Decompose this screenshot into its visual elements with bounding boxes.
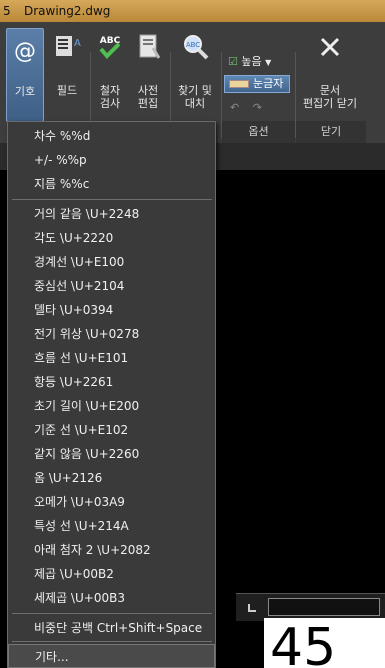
ruler-label: 눈금자 (253, 77, 284, 90)
ruler-icon (229, 80, 249, 88)
menu-item[interactable]: 특성 선 \U+214A (8, 514, 215, 538)
text-ruler-bar[interactable] (236, 593, 385, 621)
redo-icon[interactable]: ↷ (253, 101, 262, 114)
menu-item[interactable]: 전기 위상 \U+0278 (8, 322, 215, 346)
dictionary-label-1: 사전 (137, 84, 159, 97)
dictionary-label-2: 편집 (137, 97, 159, 110)
svg-text:ABC: ABC (186, 41, 200, 49)
menu-separator (12, 199, 212, 200)
menu-item[interactable]: 비중단 공백 Ctrl+Shift+Space (8, 616, 215, 640)
check-icon: ☑ (228, 55, 238, 68)
symbol-button[interactable]: @ 기호 (6, 28, 44, 122)
document-title: Drawing2.dwg (24, 4, 111, 18)
close-editor-button[interactable]: 문서 편집기 닫기 (297, 28, 363, 122)
menu-item[interactable]: 지름 %%c (8, 172, 215, 196)
spell-check-label-1: 철자 (99, 84, 121, 97)
menu-item[interactable]: 옴 \U+2126 (8, 466, 215, 490)
ucs-corner-icon (248, 604, 256, 612)
undo-icon[interactable]: ↶ (230, 101, 239, 114)
spell-check-icon: ABC (99, 36, 121, 59)
menu-item[interactable]: 항등 \U+2261 (8, 370, 215, 394)
menu-item[interactable]: 경계선 \U+E100 (8, 250, 215, 274)
options-panel-title: 옵션 (222, 121, 295, 143)
find-replace-label-1: 찾기 및 (178, 84, 212, 97)
menu-item[interactable]: 초기 길이 \U+E200 (8, 394, 215, 418)
dictionary-button[interactable]: 사전 편집 (130, 28, 166, 122)
menu-item[interactable]: 흐름 선 \U+E101 (8, 346, 215, 370)
symbol-menu: 차수 %%d +/- %%p 지름 %%c 거의 같음 \U+2248 각도 \… (7, 121, 216, 668)
field-icon: A (56, 36, 81, 56)
spell-check-button[interactable]: ABC 철자 검사 (92, 28, 128, 122)
find-replace-label-2: 대치 (184, 97, 206, 110)
close-editor-label-1: 문서 (319, 84, 341, 97)
menu-item[interactable]: 중심선 \U+2104 (8, 274, 215, 298)
close-icon (320, 37, 340, 57)
menu-item[interactable]: 기준 선 \U+E102 (8, 418, 215, 442)
menu-item-other[interactable]: 기타... (8, 644, 215, 668)
height-option-label: 높음 (241, 55, 262, 68)
magnifier-icon: ABC (184, 35, 209, 60)
spell-check-label-2: 검사 (99, 97, 121, 110)
close-editor-label-2: 편집기 닫기 (302, 97, 358, 110)
menu-item[interactable]: 제곱 \U+00B2 (8, 562, 215, 586)
symbol-button-label: 기호 (14, 85, 36, 98)
svg-text:A: A (74, 38, 81, 49)
chevron-down-icon: ▼ (265, 58, 272, 67)
menu-separator (12, 641, 212, 642)
title-bar: 5 Drawing2.dwg (0, 0, 385, 22)
close-panel-title: 닫기 (296, 121, 366, 143)
window-number: 5 (3, 4, 11, 18)
find-replace-button[interactable]: ABC 찾기 및 대치 (172, 28, 218, 122)
height-option[interactable]: ☑ 높음 ▼ (228, 54, 271, 71)
menu-item[interactable]: 같지 않음 \U+2260 (8, 442, 215, 466)
dictionary-icon (139, 34, 161, 59)
menu-item[interactable]: +/- %%p (8, 148, 215, 172)
menu-item[interactable]: 세제곱 \U+00B3 (8, 586, 215, 610)
at-sign-icon: @ (14, 39, 36, 64)
menu-item[interactable]: 델타 \U+0394 (8, 298, 215, 322)
ruler-toggle[interactable]: 눈금자 (224, 75, 290, 93)
drawing-text-value[interactable]: 45 (264, 618, 385, 668)
menu-item[interactable]: 차수 %%d (8, 124, 215, 148)
menu-separator (12, 613, 212, 614)
svg-text:@: @ (14, 39, 36, 64)
menu-item[interactable]: 각도 \U+2220 (8, 226, 215, 250)
menu-item[interactable]: 오메가 \U+03A9 (8, 490, 215, 514)
menu-item[interactable]: 거의 같음 \U+2248 (8, 202, 215, 226)
field-button-label: 필드 (56, 84, 78, 97)
ruler-track[interactable] (268, 598, 380, 616)
undo-redo: ↶ ↷ (230, 100, 262, 116)
menu-item[interactable]: 아래 첨자 2 \U+2082 (8, 538, 215, 562)
field-button[interactable]: A 필드 (48, 28, 86, 122)
